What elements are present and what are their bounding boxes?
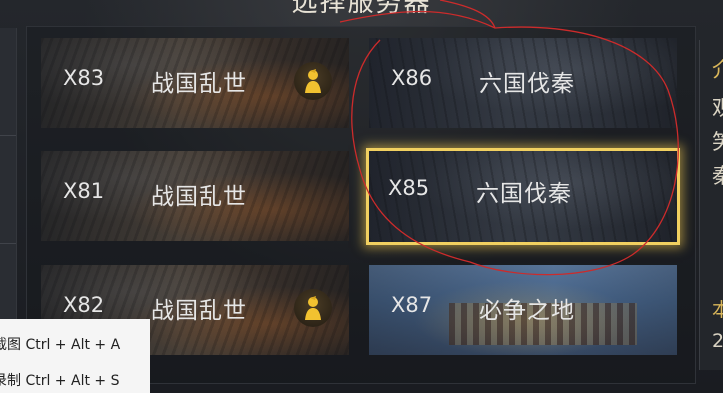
server-number: X83 bbox=[63, 66, 105, 90]
server-number: X85 bbox=[388, 176, 430, 200]
shortcut-tooltip: 截图 Ctrl + Alt + A 录制 Ctrl + Alt + S bbox=[0, 319, 150, 393]
server-card-x83[interactable]: X83 战国乱世 bbox=[41, 38, 349, 128]
server-number: X81 bbox=[63, 179, 105, 203]
info-panel-subheading: 本 bbox=[712, 299, 723, 321]
server-card-x86[interactable]: X86 六国伐秦 bbox=[369, 38, 677, 128]
character-silhouette-icon bbox=[305, 69, 321, 93]
server-card-x81[interactable]: X81 战国乱世 bbox=[41, 151, 349, 241]
page-title: 选择服务器 bbox=[291, 0, 432, 18]
server-card-x87[interactable]: X87 必争之地 bbox=[369, 265, 677, 355]
screenshot-shortcut-item[interactable]: 截图 Ctrl + Alt + A bbox=[0, 334, 120, 354]
info-panel-value: 2 bbox=[712, 330, 723, 352]
info-panel-heading: 介 bbox=[712, 58, 723, 82]
server-name: 战国乱世 bbox=[151, 71, 247, 97]
server-number: X87 bbox=[391, 293, 433, 317]
server-name: 必争之地 bbox=[479, 298, 575, 324]
info-panel-text: 笑 bbox=[712, 130, 723, 154]
character-avatar-icon bbox=[294, 289, 332, 327]
server-name: 战国乱世 bbox=[151, 298, 247, 324]
server-info-panel: 介 观 笑 秦 本 2 bbox=[699, 40, 723, 370]
info-panel-text: 观 bbox=[712, 96, 723, 120]
server-number: X86 bbox=[391, 66, 433, 90]
character-silhouette-icon bbox=[305, 296, 321, 320]
left-panel-divider bbox=[0, 135, 16, 136]
server-number: X82 bbox=[63, 293, 105, 317]
server-name: 六国伐秦 bbox=[479, 71, 575, 97]
left-panel-divider bbox=[0, 243, 16, 244]
server-name: 六国伐秦 bbox=[476, 181, 572, 207]
server-name: 战国乱世 bbox=[151, 184, 247, 210]
record-shortcut-item[interactable]: 录制 Ctrl + Alt + S bbox=[0, 370, 119, 390]
character-avatar-icon bbox=[294, 62, 332, 100]
info-panel-text: 秦 bbox=[712, 164, 723, 188]
server-card-x85-selected[interactable]: X85 六国伐秦 bbox=[366, 148, 680, 245]
